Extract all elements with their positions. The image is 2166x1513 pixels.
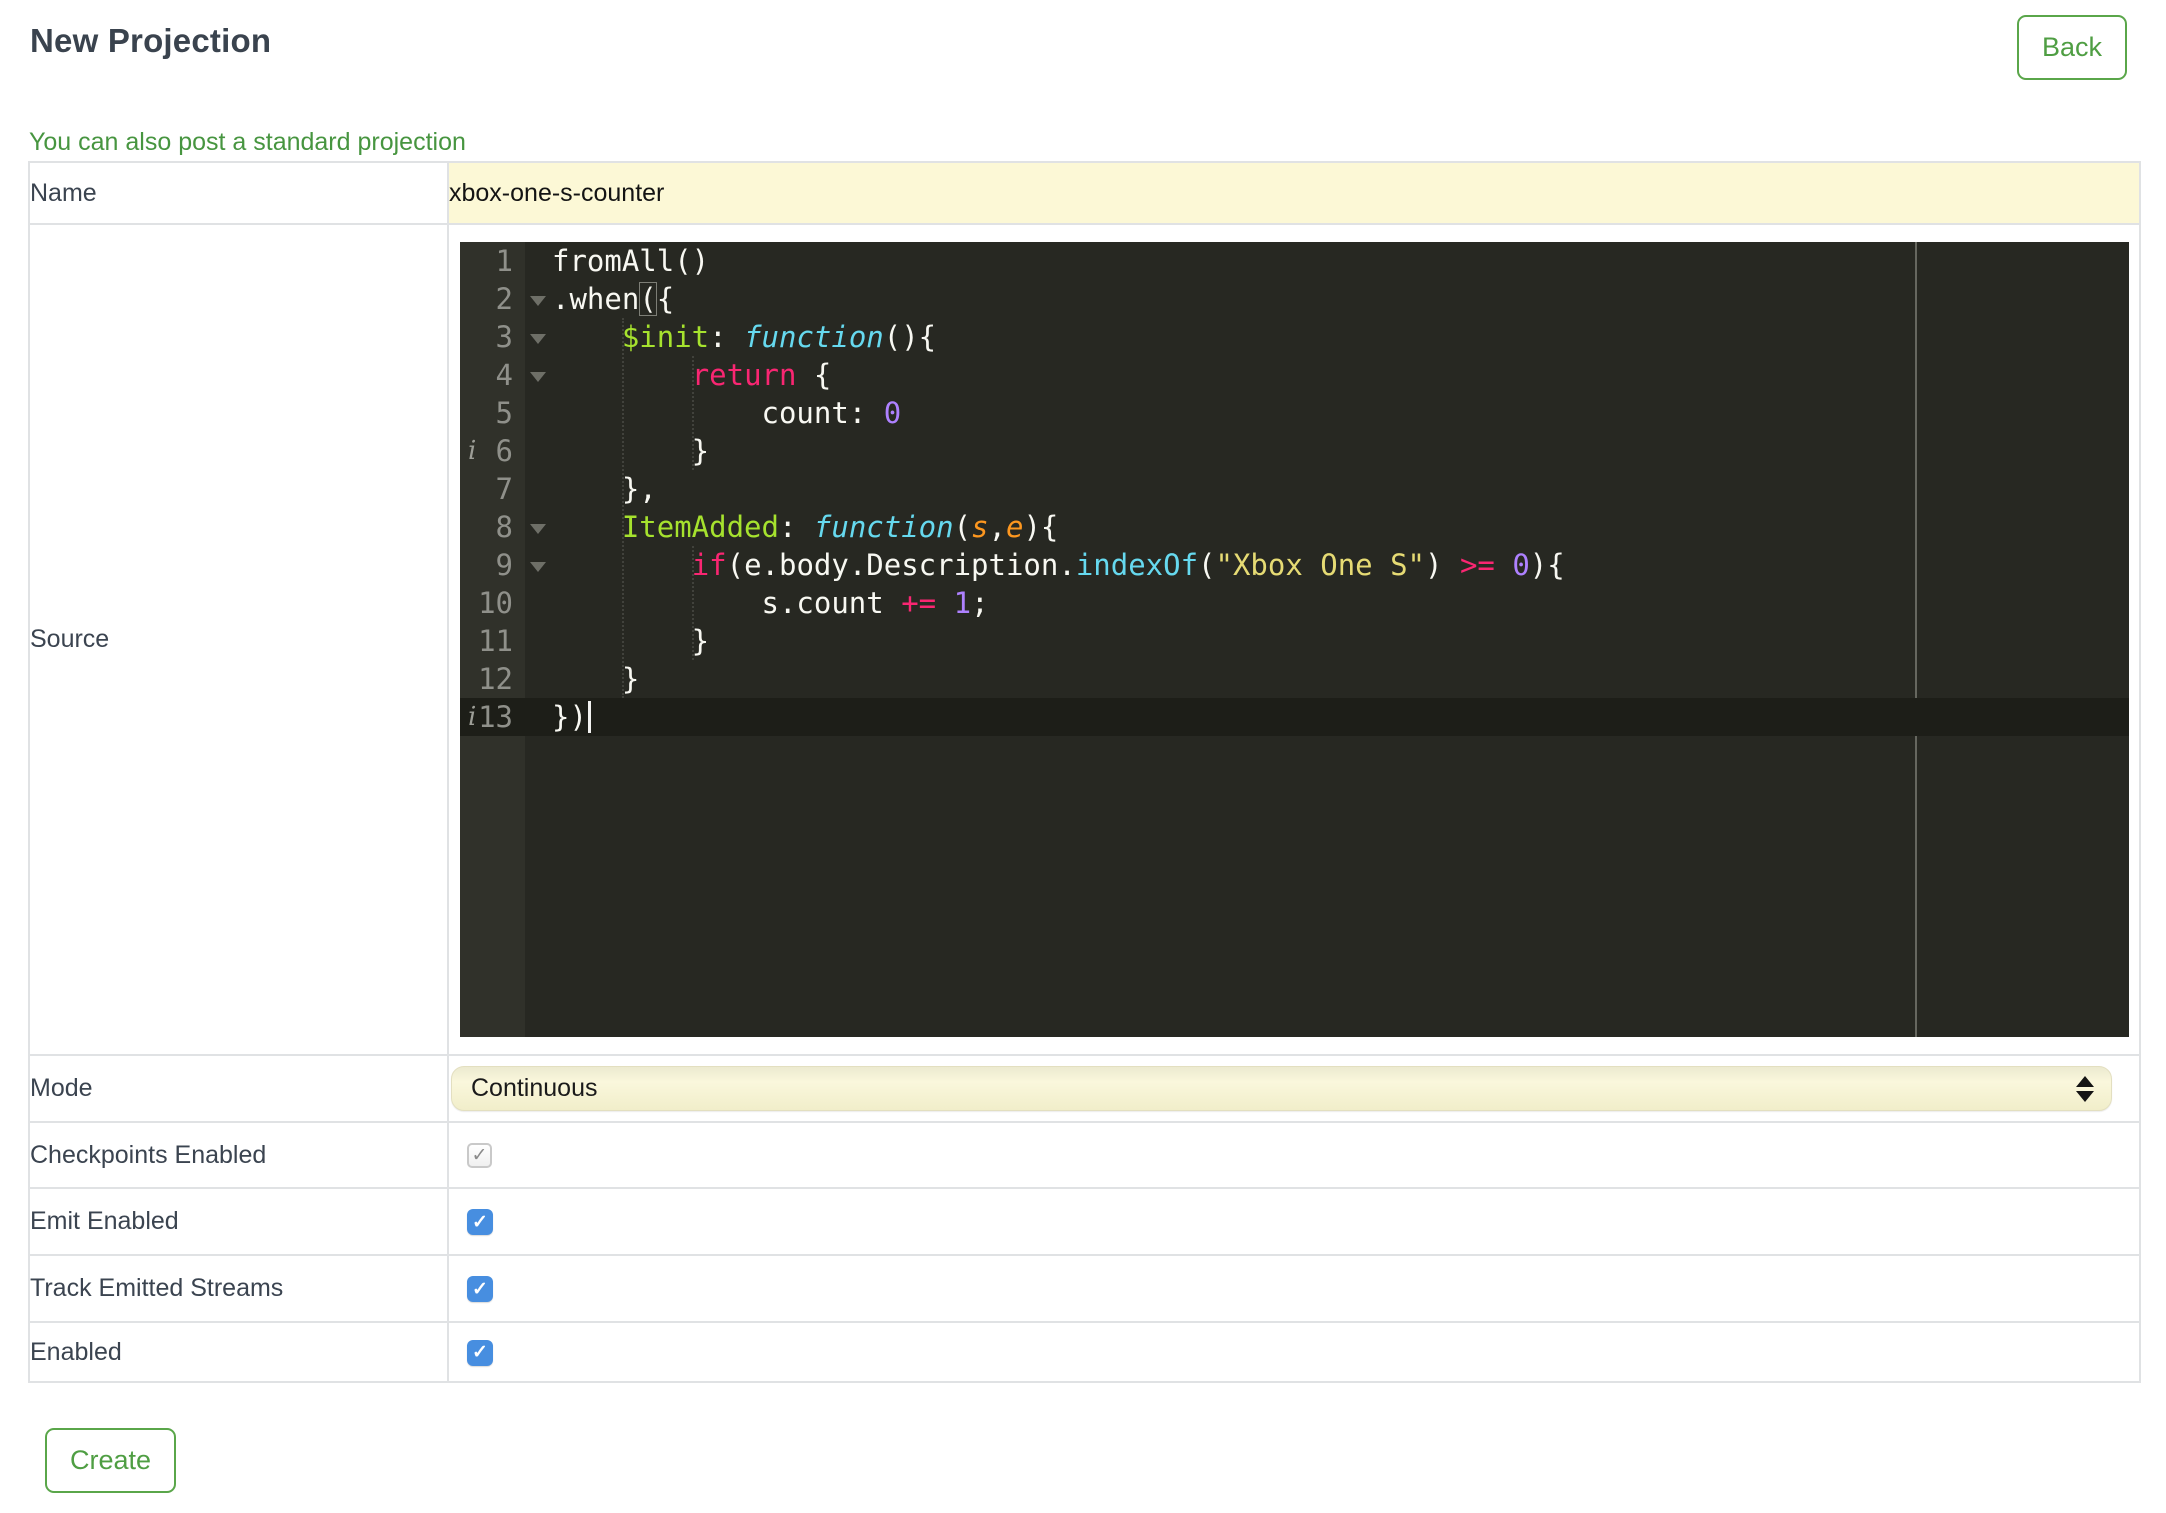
editor-line-1[interactable]: 1 fromAll() [460,242,2129,280]
line-number: 12 [478,662,513,696]
page-title: New Projection [30,22,272,59]
page-header: New Projection Back [0,0,2166,80]
line-number: 3 [495,320,513,354]
track-emitted-streams-checkbox[interactable]: ✓ [467,1276,493,1303]
editor-line-9[interactable]: 9 if(e.body.Description.indexOf("Xbox On… [460,546,2129,584]
projection-form-table: Name xbox-one-s-counter Source 1 fromAll(… [28,161,2141,1383]
code-line-text: s.count += 1; [552,586,989,620]
enabled-label: Enabled [28,1321,449,1383]
code-line-text: fromAll() [552,244,710,278]
line-number: 5 [495,396,513,430]
emit-enabled-label: Emit Enabled [28,1187,449,1256]
code-line-text: } [552,624,710,658]
line-number: 8 [495,510,513,544]
checkpoints-enabled-checkbox: ✓ [467,1143,492,1169]
editor-line-10[interactable]: 10 s.count += 1; [460,584,2129,622]
fold-caret-icon[interactable] [530,524,546,534]
code-line-text: } [552,434,710,468]
code-line-text: return { [691,358,832,392]
back-button[interactable]: Back [2016,15,2127,80]
editor-lines: 1 fromAll() 2 .when({3 $init: function(){4 … [460,242,2129,736]
editor-line-12[interactable]: 12 } [460,660,2129,698]
form-row-track-emitted-streams: Track Emitted Streams ✓ [28,1254,2141,1323]
mode-selected-value: Continuous [471,1074,598,1102]
fold-caret-icon[interactable] [530,296,546,306]
code-line-text: $init: function(){ [621,320,937,354]
create-button[interactable]: Create [45,1428,177,1493]
form-row-emit-enabled: Emit Enabled ✓ [28,1187,2141,1256]
select-arrows-icon [2076,1075,2094,1102]
editor-line-8[interactable]: 8 ItemAdded: function(s,e){ [460,508,2129,546]
line-number: 1 [495,244,513,278]
line-number: 9 [495,548,513,582]
form-row-source: Source 1 fromAll() 2 .when({3 $init: functi… [28,223,2141,1056]
editor-line-3[interactable]: 3 $init: function(){ [460,318,2129,356]
editor-line-11[interactable]: 11 } [460,622,2129,660]
source-label: Source [28,223,449,1056]
code-line-text: .when({ [552,282,675,316]
emit-enabled-checkbox[interactable]: ✓ [467,1209,493,1236]
track-emitted-streams-label: Track Emitted Streams [28,1254,449,1323]
code-line-text: if(e.body.Description.indexOf("Xbox One … [691,548,1565,582]
editor-line-7[interactable]: 7 }, [460,470,2129,508]
info-annotation-icon: i [468,436,477,466]
form-row-enabled: Enabled ✓ [28,1321,2141,1383]
code-line-text: count: 0 [552,396,902,430]
editor-line-6[interactable]: i6 } [460,432,2129,470]
code-line-text: } [552,662,640,696]
source-code-editor[interactable]: 1 fromAll() 2 .when({3 $init: function(){4 … [460,242,2129,1037]
page-footer: Create [45,1428,2166,1493]
line-number: 10 [478,586,513,620]
form-row-checkpoints-enabled: Checkpoints Enabled ✓ [28,1121,2141,1189]
line-number: 11 [478,624,513,658]
editor-line-5[interactable]: 5 count: 0 [460,394,2129,432]
code-line-text: ItemAdded: function(s,e){ [621,510,1059,544]
mode-label: Mode [28,1054,449,1123]
checkpoints-enabled-label: Checkpoints Enabled [28,1121,449,1189]
standard-projection-link[interactable]: You can also post a standard projection [29,127,466,158]
editor-line-4[interactable]: 4 return { [460,356,2129,394]
code-line-text: }, [552,472,657,506]
fold-caret-icon[interactable] [530,334,546,344]
line-number: 7 [495,472,513,506]
name-label: Name [28,161,449,225]
line-number: 2 [495,282,513,316]
line-number: i 13 [468,700,513,734]
form-row-mode: Mode Continuous [28,1054,2141,1123]
editor-line-2[interactable]: 2 .when({ [460,280,2129,318]
text-cursor [587,701,591,733]
name-input[interactable]: xbox-one-s-counter [447,161,2141,225]
info-annotation-icon: i [468,702,477,732]
fold-caret-icon[interactable] [530,562,546,572]
code-line-text: }) [552,698,591,736]
line-number: i6 [468,434,513,468]
form-row-name: Name xbox-one-s-counter [28,161,2141,225]
fold-caret-icon[interactable] [530,372,546,382]
enabled-checkbox[interactable]: ✓ [467,1339,493,1366]
mode-select[interactable]: Continuous [451,1066,2112,1111]
editor-line-13[interactable]: i 13}) [460,698,2129,736]
line-number: 4 [495,358,513,392]
